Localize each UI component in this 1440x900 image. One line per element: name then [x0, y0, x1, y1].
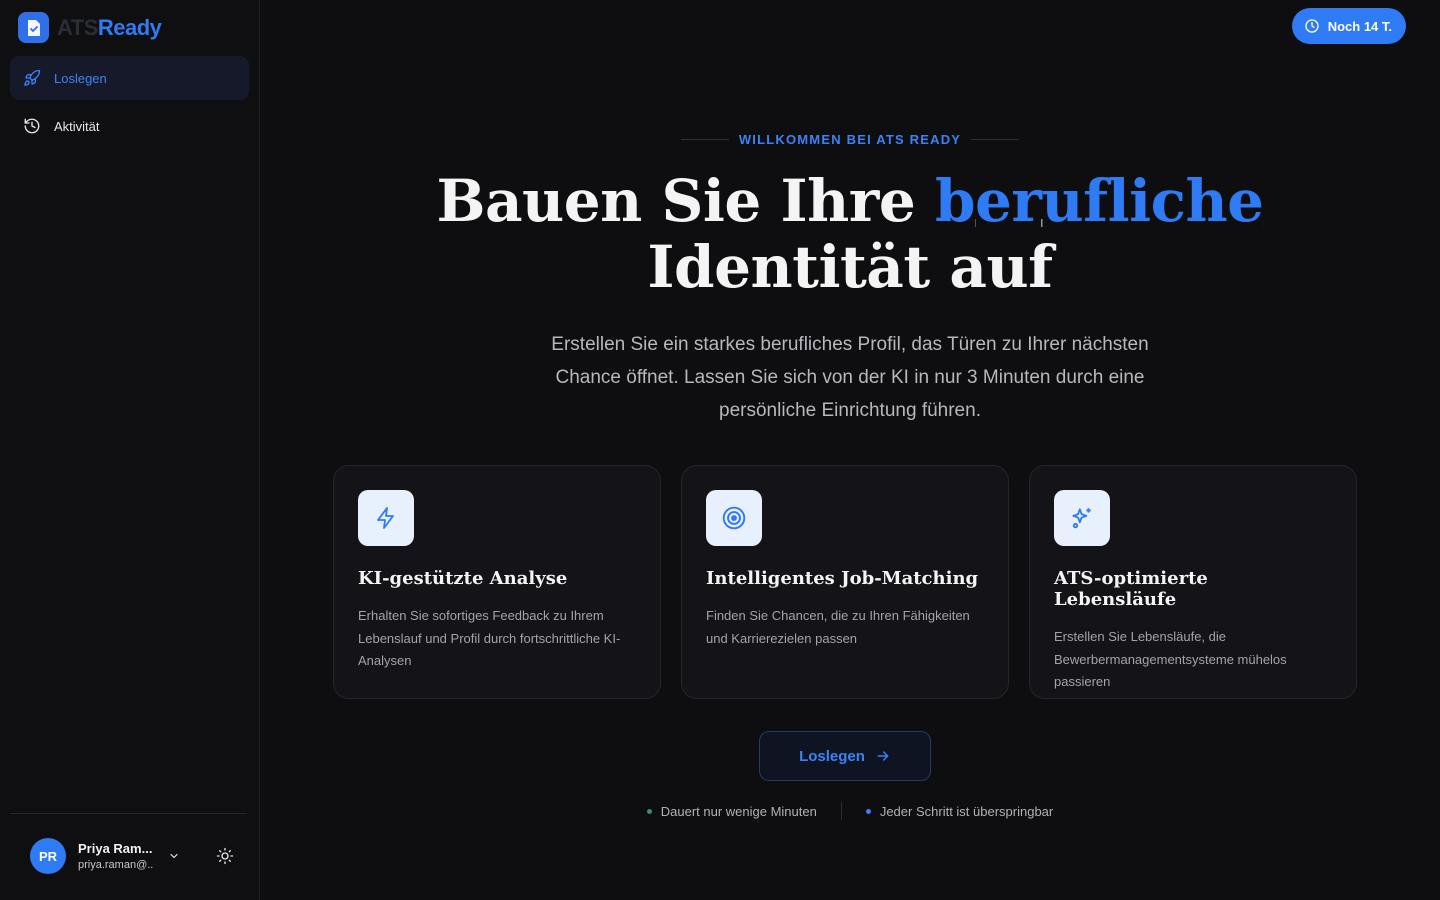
chevron-down-icon[interactable] — [166, 848, 182, 864]
brand-name: ATSReady — [57, 14, 162, 41]
main-content: Noch 14 T. WILLKOMMEN BEI ATS READY Baue… — [260, 0, 1440, 900]
eyebrow: WILLKOMMEN BEI ATS READY — [260, 132, 1440, 147]
page-title: Bauen Sie Ihre berufliche Identität auf — [260, 168, 1440, 300]
sidebar-item-label: Loslegen — [54, 70, 107, 86]
title-line2: Identität auf — [647, 233, 1053, 301]
eyebrow-line-right — [971, 139, 1020, 140]
note-divider — [840, 802, 842, 820]
rocket-icon — [22, 68, 42, 88]
trial-badge[interactable]: Noch 14 T. — [1291, 8, 1406, 44]
history-icon — [22, 116, 42, 136]
trial-label: Noch 14 T. — [1327, 18, 1392, 34]
avatar[interactable]: PR — [30, 838, 66, 874]
status-dot — [865, 808, 871, 814]
user-info[interactable]: Priya Ram... priya.raman@... — [78, 841, 154, 871]
feature-card: ATS-optimierte Lebensläufe Erstellen Sie… — [1029, 465, 1357, 699]
brand-name-part1: ATS — [57, 14, 98, 40]
sparkles-icon — [1054, 490, 1110, 546]
sidebar: ATSReady Loslegen Aktivität PR Priya Ram… — [0, 0, 260, 900]
status-dot — [646, 808, 652, 814]
card-description: Erhalten Sie sofortiges Feedback zu Ihre… — [358, 608, 621, 668]
sun-icon[interactable] — [214, 845, 236, 867]
title-accent: berufliche — [934, 167, 1264, 235]
user-panel: PR Priya Ram... priya.raman@... — [30, 838, 240, 874]
user-email: priya.raman@... — [78, 859, 154, 871]
card-title: KI-gestützte Analyse — [358, 568, 568, 589]
note-text: Jeder Schritt ist überspringbar — [879, 803, 1054, 819]
brand-name-part2: Ready — [97, 14, 162, 40]
info-notes: Dauert nur wenige Minuten Jeder Schritt … — [260, 802, 1440, 820]
brand[interactable]: ATSReady — [18, 12, 162, 43]
sidebar-item-label: Aktivität — [54, 118, 100, 134]
user-name: Priya Ram... — [78, 841, 153, 856]
note-text: Dauert nur wenige Minuten — [660, 803, 817, 819]
lightning-icon — [358, 490, 414, 546]
card-title: Intelligentes Job-Matching — [706, 568, 979, 589]
arrow-right-icon — [875, 748, 891, 764]
sidebar-nav: Loslegen Aktivität — [10, 56, 249, 152]
app-root: ATSReady Loslegen Aktivität PR Priya Ram… — [0, 0, 1440, 900]
eyebrow-text: WILLKOMMEN BEI ATS READY — [738, 132, 962, 147]
title-prefix: Bauen Sie Ihre — [436, 167, 935, 235]
target-icon — [706, 490, 762, 546]
note-duration: Dauert nur wenige Minuten — [646, 803, 817, 819]
feature-card: KI-gestützte Analyse Erhalten Sie sofort… — [333, 465, 661, 699]
card-title: ATS-optimierte Lebensläufe — [1054, 568, 1208, 610]
sidebar-item-loslegen[interactable]: Loslegen — [10, 56, 249, 100]
get-started-button[interactable]: Loslegen — [759, 731, 931, 781]
note-skippable: Jeder Schritt ist überspringbar — [865, 803, 1054, 819]
eyebrow-line-left — [680, 139, 729, 140]
clock-icon — [1304, 18, 1320, 34]
feature-card: Intelligentes Job-Matching Finden Sie Ch… — [681, 465, 1009, 699]
sidebar-divider — [10, 813, 247, 814]
get-started-label: Loslegen — [799, 747, 865, 765]
sidebar-item-aktivitaet[interactable]: Aktivität — [10, 104, 249, 148]
doc-check-icon — [18, 12, 49, 43]
card-description: Erstellen Sie Lebensläufe, die Bewerberm… — [1054, 629, 1287, 689]
card-description: Finden Sie Chancen, die zu Ihren Fähigke… — [706, 608, 970, 646]
feature-cards: KI-gestützte Analyse Erhalten Sie sofort… — [333, 465, 1357, 699]
page-subtitle: Erstellen Sie ein starkes berufliches Pr… — [551, 334, 1149, 421]
